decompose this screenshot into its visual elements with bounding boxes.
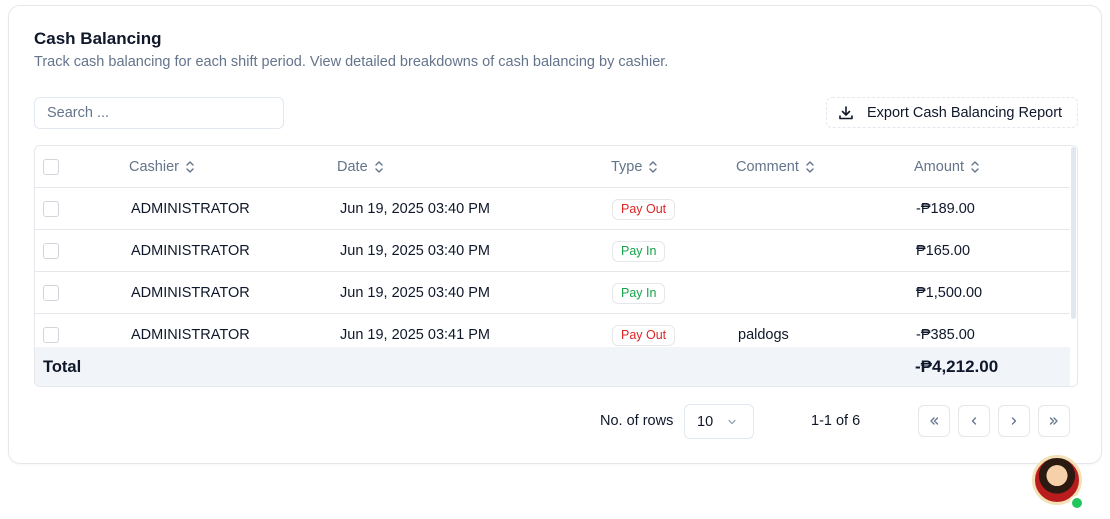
type-badge: Pay Out: [612, 198, 676, 220]
cash-balancing-card: Cash Balancing Track cash balancing for …: [8, 5, 1102, 464]
sort-icon: [186, 161, 194, 173]
cashier-cell: ADMINISTRATOR: [131, 285, 250, 301]
table-row[interactable]: ADMINISTRATOR Jun 19, 2025 03:40 PM Pay …: [35, 230, 1071, 272]
first-page-button[interactable]: [918, 405, 950, 437]
rows-per-page-label: No. of rows: [600, 413, 674, 429]
amount-cell: -₱189.00: [916, 201, 975, 217]
last-page-button[interactable]: [1038, 405, 1070, 437]
table-row[interactable]: ADMINISTRATOR Jun 19, 2025 03:40 PM Pay …: [35, 188, 1071, 230]
pagination-range: 1-1 of 6: [811, 413, 861, 429]
total-value: -₱4,212.00: [915, 357, 999, 376]
scrollbar-thumb[interactable]: [1071, 147, 1076, 319]
chevrons-left-icon: [930, 417, 939, 425]
chevron-right-icon: [1011, 417, 1017, 425]
column-header-type[interactable]: Type: [611, 146, 658, 188]
row-checkbox[interactable]: [43, 285, 59, 301]
type-badge: Pay In: [612, 240, 666, 262]
sort-icon: [971, 161, 979, 173]
date-cell: Jun 19, 2025 03:40 PM: [340, 243, 490, 259]
online-status-dot: [1070, 496, 1084, 510]
type-badge: Pay Out: [612, 324, 676, 346]
chevrons-right-icon: [1049, 417, 1058, 425]
table-row[interactable]: ADMINISTRATOR Jun 19, 2025 03:40 PM Pay …: [35, 272, 1071, 314]
total-label: Total: [43, 357, 82, 376]
export-button-label: Export Cash Balancing Report: [867, 104, 1063, 121]
next-page-button[interactable]: [998, 405, 1030, 437]
row-checkbox[interactable]: [43, 327, 59, 343]
page-title: Cash Balancing: [34, 29, 162, 48]
previous-page-button[interactable]: [958, 405, 990, 437]
rows-per-page-value: 10: [697, 413, 714, 430]
total-row: Total -₱4,212.00: [35, 347, 1071, 386]
sort-icon: [649, 161, 658, 173]
cashier-cell: ADMINISTRATOR: [131, 201, 250, 217]
download-icon: [839, 105, 853, 119]
cashier-cell: ADMINISTRATOR: [131, 243, 250, 259]
date-cell: Jun 19, 2025 03:40 PM: [340, 201, 490, 217]
column-header-comment[interactable]: Comment: [736, 146, 815, 188]
row-checkbox[interactable]: [43, 201, 59, 217]
row-checkbox[interactable]: [43, 243, 59, 259]
table-header-row: Cashier Date Type Comment Amount: [35, 146, 1071, 188]
page-subtitle: Track cash balancing for each shift peri…: [34, 54, 669, 70]
column-header-date[interactable]: Date: [337, 146, 384, 188]
export-report-button[interactable]: Export Cash Balancing Report: [826, 97, 1078, 128]
search-input[interactable]: [34, 97, 284, 129]
chevron-left-icon: [971, 417, 977, 425]
chevron-down-icon: [728, 419, 736, 425]
column-header-amount[interactable]: Amount: [914, 146, 980, 188]
sort-icon: [374, 161, 383, 173]
type-badge: Pay In: [612, 282, 666, 304]
amount-cell: ₱165.00: [916, 243, 971, 259]
amount-cell: ₱1,500.00: [916, 285, 983, 301]
rows-per-page-select[interactable]: 10: [684, 404, 754, 439]
column-header-cashier[interactable]: Cashier: [129, 146, 195, 188]
cash-balancing-table: Cashier Date Type Comment Amount ADMINIS…: [34, 145, 1078, 387]
table-scrollbar[interactable]: [1070, 146, 1077, 386]
select-all-checkbox[interactable]: [43, 159, 59, 175]
sort-icon: [806, 161, 814, 173]
date-cell: Jun 19, 2025 03:40 PM: [340, 285, 490, 301]
